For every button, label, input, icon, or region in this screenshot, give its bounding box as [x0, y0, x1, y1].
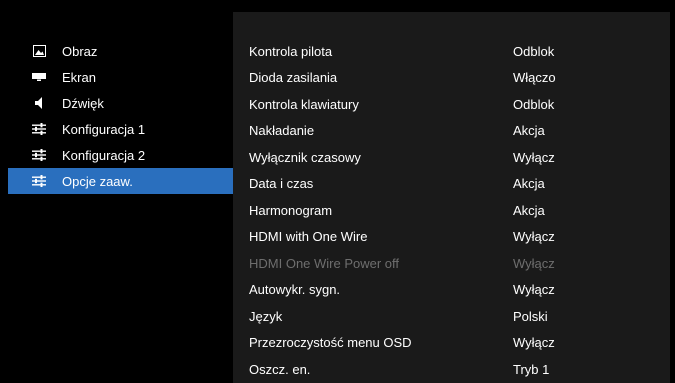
setting-wylacznik-czasowy[interactable]: Wyłącznik czasowy Wyłącz: [233, 144, 670, 171]
setting-name: Kontrola pilota: [249, 43, 333, 59]
setting-value: Odblok: [513, 43, 555, 59]
screen-icon: [32, 71, 46, 83]
osd-screen: Obraz Ekran Dźwięk Konfiguracja 1 Konfig…: [0, 0, 675, 383]
menu-item-label: Opcje zaaw.: [62, 173, 133, 189]
setting-data-i-czas[interactable]: Data i czas Akcja: [233, 171, 670, 198]
speaker-icon: [32, 97, 46, 109]
setting-kontrola-pilota[interactable]: Kontrola pilota Odblok: [233, 38, 670, 65]
setting-name: Język: [249, 308, 283, 324]
setting-value: Tryb 1: [513, 361, 550, 377]
setting-dioda-zasilania[interactable]: Dioda zasilania Włączo: [233, 65, 670, 92]
main-menu: Obraz Ekran Dźwięk Konfiguracja 1 Konfig…: [8, 38, 233, 194]
menu-item-label: Dźwięk: [62, 95, 104, 111]
setting-kontrola-klawiatury[interactable]: Kontrola klawiatury Odblok: [233, 91, 670, 118]
setting-name: Harmonogram: [249, 202, 333, 218]
setting-name: Oszcz. en.: [249, 361, 311, 377]
setting-name: HDMI with One Wire: [249, 229, 368, 245]
setting-value: Wyłącz: [513, 149, 555, 165]
setting-value: Włączo: [513, 70, 556, 86]
setting-value: Wyłącz: [513, 255, 555, 271]
setting-name: Nakładanie: [249, 123, 315, 139]
menu-item-ekran[interactable]: Ekran: [8, 64, 233, 90]
menu-item-label: Konfiguracja 1: [62, 121, 146, 137]
setting-value: Akcja: [513, 202, 545, 218]
setting-name: Przezroczystość menu OSD: [249, 335, 412, 351]
main-menu-panel: Obraz Ekran Dźwięk Konfiguracja 1 Konfig…: [8, 12, 233, 383]
setting-value: Polski: [513, 308, 548, 324]
setting-oszcz-en[interactable]: Oszcz. en. Tryb 1: [233, 356, 670, 383]
setting-jezyk[interactable]: Język Polski: [233, 303, 670, 330]
setting-value: Wyłącz: [513, 282, 555, 298]
setting-value: Wyłącz: [513, 229, 555, 245]
menu-item-opcje-zaaw[interactable]: Opcje zaaw.: [8, 168, 233, 194]
sliders-icon: [32, 175, 46, 187]
setting-name: Kontrola klawiatury: [249, 96, 359, 112]
image-icon: [32, 45, 46, 57]
setting-name: Data i czas: [249, 176, 314, 192]
settings-list: Kontrola pilota Odblok Dioda zasilania W…: [233, 38, 670, 383]
setting-value: Akcja: [513, 176, 545, 192]
menu-item-label: Ekran: [62, 69, 96, 85]
setting-name: Autowykr. sygn.: [249, 282, 341, 298]
settings-panel: Kontrola pilota Odblok Dioda zasilania W…: [233, 12, 670, 383]
menu-item-dzwiek[interactable]: Dźwięk: [8, 90, 233, 116]
setting-value: Odblok: [513, 96, 555, 112]
menu-item-label: Obraz: [62, 43, 98, 59]
setting-name: HDMI One Wire Power off: [249, 255, 400, 271]
setting-hdmi-with-one-wire[interactable]: HDMI with One Wire Wyłącz: [233, 224, 670, 251]
setting-name: Dioda zasilania: [249, 70, 338, 86]
setting-hdmi-one-wire-power-off: HDMI One Wire Power off Wyłącz: [233, 250, 670, 277]
setting-autowykr-sygn[interactable]: Autowykr. sygn. Wyłącz: [233, 277, 670, 304]
setting-value: Wyłącz: [513, 335, 555, 351]
setting-name: Wyłącznik czasowy: [249, 149, 361, 165]
menu-item-konfiguracja-1[interactable]: Konfiguracja 1: [8, 116, 233, 142]
menu-item-label: Konfiguracja 2: [62, 147, 146, 163]
sliders-icon: [32, 149, 46, 161]
setting-harmonogram[interactable]: Harmonogram Akcja: [233, 197, 670, 224]
menu-item-obraz[interactable]: Obraz: [8, 38, 233, 64]
setting-nakladanie[interactable]: Nakładanie Akcja: [233, 118, 670, 145]
setting-value: Akcja: [513, 123, 545, 139]
sliders-icon: [32, 123, 46, 135]
setting-przezroczystosc-menu-osd[interactable]: Przezroczystość menu OSD Wyłącz: [233, 330, 670, 357]
menu-item-konfiguracja-2[interactable]: Konfiguracja 2: [8, 142, 233, 168]
